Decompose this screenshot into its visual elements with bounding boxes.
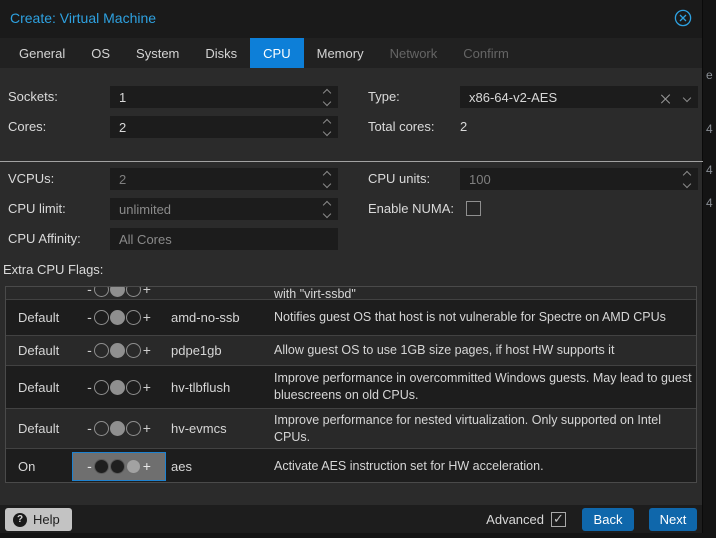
extra-cpu-flags-label: Extra CPU Flags: bbox=[3, 262, 103, 277]
cpu-limit-placeholder: unlimited bbox=[119, 202, 171, 217]
total-cores-label: Total cores: bbox=[368, 119, 434, 135]
cpu-units-label: CPU units: bbox=[368, 171, 430, 187]
tab-disks[interactable]: Disks bbox=[192, 38, 250, 68]
flag-row-pdpe1gb[interactable]: Default - + pdpe1gb Allow guest OS to us… bbox=[6, 336, 696, 366]
clear-icon[interactable] bbox=[661, 94, 670, 103]
cores-input[interactable]: 2 bbox=[110, 116, 338, 138]
tab-network: Network bbox=[377, 38, 451, 68]
background-text-fragment: 4 bbox=[706, 196, 713, 210]
help-button-label: Help bbox=[33, 512, 60, 527]
flag-description: with "virt-ssbd" bbox=[274, 286, 692, 301]
flag-row-partial[interactable]: - + with "virt-ssbd" bbox=[6, 287, 696, 300]
type-value: x86-64-v2-AES bbox=[469, 90, 557, 105]
flag-description: Improve performance for nested virtualiz… bbox=[274, 409, 692, 448]
tab-cpu[interactable]: CPU bbox=[250, 38, 303, 68]
flag-name: amd-no-ssb bbox=[171, 300, 240, 335]
sockets-input[interactable]: 1 bbox=[110, 86, 338, 108]
flag-name: aes bbox=[171, 449, 192, 483]
flag-state: On bbox=[18, 449, 35, 483]
vcpus-label: VCPUs: bbox=[8, 171, 54, 187]
type-combo[interactable]: x86-64-v2-AES bbox=[460, 86, 698, 108]
cores-value: 2 bbox=[119, 120, 126, 135]
cpu-panel: Sockets: 1 Cores: 2 Type: x86-64-v2-AES … bbox=[0, 68, 702, 505]
dialog-title: Create: Virtual Machine bbox=[10, 10, 156, 26]
flag-description: Activate AES instruction set for HW acce… bbox=[274, 449, 692, 483]
vcpus-input: 2 bbox=[110, 168, 338, 190]
flag-description: Allow guest OS to use 1GB size pages, if… bbox=[274, 336, 692, 365]
cpu-limit-input[interactable]: unlimited bbox=[110, 198, 338, 220]
cpu-limit-spinner-icon[interactable] bbox=[324, 202, 330, 217]
type-label: Type: bbox=[368, 89, 400, 105]
flag-tristate-slider[interactable]: - + bbox=[87, 310, 151, 325]
flag-state: Default bbox=[18, 366, 59, 408]
chevron-down-icon[interactable] bbox=[683, 94, 691, 102]
question-circle-icon: ? bbox=[13, 513, 27, 527]
vcpus-spinner-icon bbox=[324, 172, 330, 187]
advanced-checkbox[interactable] bbox=[551, 512, 566, 527]
flag-row-hv-tlbflush[interactable]: Default - + hv-tlbflush Improve performa… bbox=[6, 366, 696, 409]
flag-description: Notifies guest OS that host is not vulne… bbox=[274, 300, 692, 335]
flag-state: Default bbox=[18, 409, 59, 448]
flag-state: Default bbox=[18, 300, 59, 335]
cpu-flags-table: - + with "virt-ssbd" Default - bbox=[5, 286, 697, 483]
next-button[interactable]: Next bbox=[649, 508, 697, 531]
sockets-label: Sockets: bbox=[8, 89, 58, 105]
flag-tristate-slider[interactable]: - + bbox=[87, 286, 151, 297]
vcpus-value: 2 bbox=[119, 172, 126, 187]
tab-system[interactable]: System bbox=[123, 38, 192, 68]
screen: e 4 4 4 Create: Virtual Machine General … bbox=[0, 0, 716, 538]
flag-name: pdpe1gb bbox=[171, 336, 222, 365]
advanced-label: Advanced bbox=[486, 512, 544, 527]
flag-tristate-slider[interactable]: - + bbox=[87, 380, 151, 395]
flag-name: hv-evmcs bbox=[171, 409, 227, 448]
cpu-units-value: 100 bbox=[469, 172, 491, 187]
flag-tristate-slider[interactable]: - + bbox=[87, 421, 151, 436]
flag-name: hv-tlbflush bbox=[171, 366, 230, 408]
flag-row-amd-no-ssb[interactable]: Default - + amd-no-ssb Notifies guest OS… bbox=[6, 300, 696, 336]
back-button[interactable]: Back bbox=[582, 508, 634, 531]
background-text-fragment: e bbox=[706, 68, 713, 82]
enable-numa-checkbox[interactable] bbox=[466, 201, 481, 216]
cpu-affinity-input[interactable]: All Cores bbox=[110, 228, 338, 250]
background-text-fragment: 4 bbox=[706, 122, 713, 136]
flag-state: Default bbox=[18, 336, 59, 365]
flag-tristate-slider[interactable]: - + bbox=[87, 343, 151, 358]
sockets-spinner-icon[interactable] bbox=[324, 90, 330, 105]
close-icon[interactable] bbox=[674, 9, 692, 27]
create-vm-dialog: Create: Virtual Machine General OS Syste… bbox=[0, 0, 703, 533]
tab-confirm: Confirm bbox=[450, 38, 522, 68]
flag-row-hv-evmcs[interactable]: Default - + hv-evmcs Improve performance… bbox=[6, 409, 696, 449]
cpu-units-input: 100 bbox=[460, 168, 698, 190]
wizard-tabbar: General OS System Disks CPU Memory Netwo… bbox=[0, 38, 702, 68]
flag-tristate-slider-selected[interactable]: - + bbox=[72, 452, 166, 481]
flag-row-aes[interactable]: On - + aes Activate bbox=[6, 449, 696, 483]
enable-numa-label: Enable NUMA: bbox=[368, 201, 454, 217]
tab-general[interactable]: General bbox=[6, 38, 78, 68]
background-text-fragment: 4 bbox=[706, 163, 713, 177]
sockets-value: 1 bbox=[119, 90, 126, 105]
total-cores-value: 2 bbox=[460, 119, 467, 134]
cpu-units-spinner-icon bbox=[684, 172, 690, 187]
tab-os[interactable]: OS bbox=[78, 38, 123, 68]
cores-label: Cores: bbox=[8, 119, 46, 135]
cpu-affinity-label: CPU Affinity: bbox=[8, 231, 81, 247]
dialog-footer: ? Help Advanced Back Next bbox=[0, 505, 702, 533]
cpu-affinity-placeholder: All Cores bbox=[119, 232, 172, 247]
tab-memory[interactable]: Memory bbox=[304, 38, 377, 68]
dialog-header: Create: Virtual Machine bbox=[0, 0, 702, 38]
section-divider bbox=[0, 161, 703, 162]
cpu-limit-label: CPU limit: bbox=[8, 201, 66, 217]
flag-description: Improve performance in overcommitted Win… bbox=[274, 366, 692, 408]
cores-spinner-icon[interactable] bbox=[324, 120, 330, 135]
help-button[interactable]: ? Help bbox=[5, 508, 72, 531]
